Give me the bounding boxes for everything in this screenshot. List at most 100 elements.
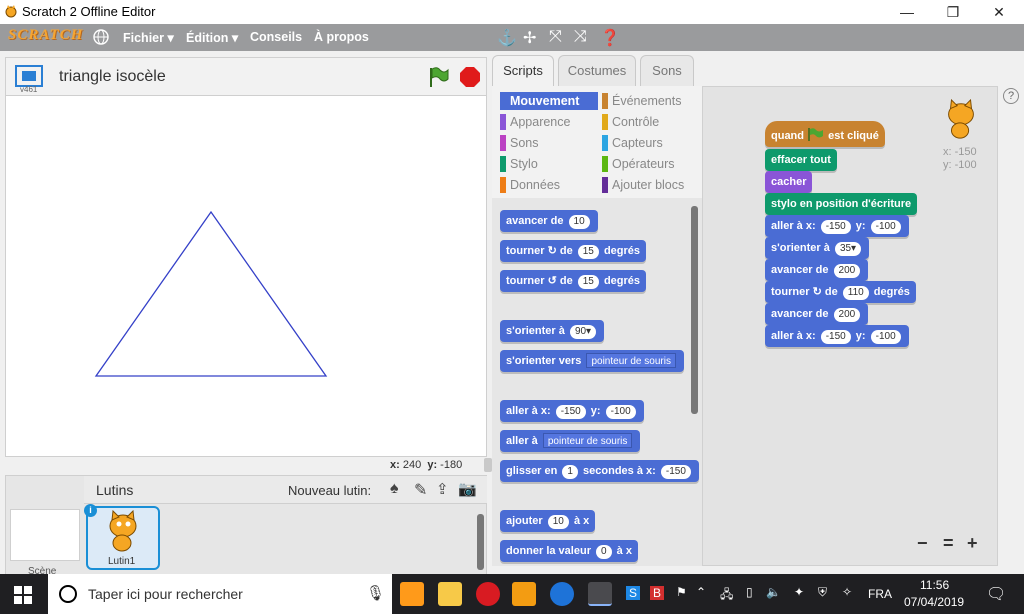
category-3[interactable]: Stylo — [500, 155, 598, 173]
file-explorer-icon[interactable] — [438, 582, 462, 606]
sprite-info-badge[interactable]: i — [84, 504, 97, 517]
category-1[interactable]: Apparence — [500, 113, 598, 131]
sprite-thumbnail[interactable]: Lutin1 i — [84, 504, 160, 570]
category-color-bar — [500, 177, 506, 193]
script-hide[interactable]: cacher — [765, 171, 813, 193]
tray-app-icon[interactable]: ✦ — [794, 585, 804, 599]
category-8[interactable]: Opérateurs — [602, 155, 700, 173]
category-2[interactable]: Sons — [500, 134, 598, 152]
maximize-button[interactable]: ❐ — [930, 0, 976, 24]
category-5[interactable]: Événements — [602, 92, 700, 110]
script-move-1[interactable]: avancer de 200 — [765, 259, 869, 281]
battery-icon[interactable]: ▯ — [746, 585, 753, 599]
mouse-coordinates: x: 240 y: -180 — [390, 459, 462, 471]
globe-icon[interactable] — [93, 29, 109, 45]
clock-date[interactable]: 07/04/2019 — [904, 595, 964, 609]
stage-canvas[interactable] — [5, 95, 487, 457]
category-4[interactable]: Données — [500, 176, 598, 194]
fullscreen-icon[interactable] — [15, 65, 43, 87]
media-player-icon[interactable] — [512, 582, 536, 606]
grow-icon[interactable]: ⤧ — [549, 28, 562, 46]
skype-icon[interactable]: S — [626, 586, 641, 600]
language-indicator[interactable]: FRA — [868, 587, 892, 601]
shrink-icon[interactable]: ⤨ — [574, 28, 587, 46]
tray-flag-icon[interactable]: ⚑ — [676, 585, 687, 599]
block-change-x[interactable]: ajouter 10 à x — [500, 510, 596, 532]
network-icon[interactable]: 🖧 — [720, 585, 733, 606]
script-turn[interactable]: tourner ↻ de 110 degrés — [765, 281, 916, 303]
block-help-icon[interactable]: ❓ — [600, 28, 620, 48]
category-0[interactable]: Mouvement — [500, 92, 598, 110]
category-color-bar — [602, 177, 608, 193]
duplicate-icon[interactable]: ⚓ — [497, 28, 517, 48]
store-icon[interactable] — [400, 582, 424, 606]
stop-icon[interactable] — [459, 66, 481, 88]
script-point-direction[interactable]: s'orienter à 35▾ — [765, 237, 870, 259]
script-pen-down[interactable]: stylo en position d'écriture — [765, 193, 918, 215]
block-move-steps[interactable]: avancer de 10 — [500, 210, 598, 232]
windows-start-icon[interactable] — [14, 586, 32, 604]
category-color-bar — [500, 156, 506, 172]
sprite-library-icon[interactable]: ♠ — [390, 480, 399, 498]
opera-icon[interactable] — [476, 582, 500, 606]
category-9[interactable]: Ajouter blocs — [602, 176, 700, 194]
project-title[interactable]: triangle isocèle — [59, 68, 166, 86]
block-point-towards[interactable]: s'orienter vers pointeur de souris — [500, 350, 684, 372]
block-go-to-xy[interactable]: aller à x: -150 y: -100 — [500, 400, 644, 422]
clock-time[interactable]: 11:56 — [920, 578, 949, 592]
close-button[interactable]: ✕ — [976, 0, 1022, 24]
edge-icon[interactable] — [550, 582, 574, 606]
menu-about[interactable]: À propos — [314, 30, 369, 44]
delete-icon[interactable]: ✢ — [523, 28, 536, 48]
microphone-icon[interactable]: 🎙 — [366, 584, 385, 602]
tray-app2-icon[interactable]: ✧ — [842, 585, 852, 599]
scene-thumbnail[interactable] — [10, 509, 80, 561]
block-glide[interactable]: glisser en 1 secondes à x: -150 — [500, 460, 699, 482]
windows-taskbar: Taper ici pour rechercher 🎙 S B ⚑ ⌃ 🖧 ▯ … — [0, 574, 1024, 614]
camera-icon[interactable]: 📷 — [458, 480, 477, 498]
block-turn-left[interactable]: tourner ↺ de 15 degrés — [500, 270, 647, 292]
notifications-icon[interactable]: 🗨 — [986, 584, 1006, 604]
tray-b-icon[interactable]: B — [650, 586, 665, 600]
sprites-scrollbar[interactable] — [477, 514, 484, 570]
menu-edit[interactable]: Édition ▾ — [186, 30, 238, 45]
taskbar-search[interactable]: Taper ici pour rechercher 🎙 — [48, 574, 392, 614]
zoom-out-button[interactable]: − — [917, 533, 928, 554]
tab-sounds[interactable]: Sons — [640, 55, 694, 86]
script-clear[interactable]: effacer tout — [765, 149, 837, 171]
volume-icon[interactable]: 🔈 — [766, 585, 781, 599]
category-7[interactable]: Capteurs — [602, 134, 700, 152]
scratch-cat-icon — [5, 5, 17, 18]
help-button[interactable]: ? — [1003, 88, 1019, 104]
block-go-to[interactable]: aller à pointeur de souris — [500, 430, 641, 452]
script-go-to-xy-2[interactable]: aller à x: -150 y: -100 — [765, 325, 909, 347]
script-go-to-xy-1[interactable]: aller à x: -150 y: -100 — [765, 215, 909, 237]
paint-brush-icon[interactable]: ✎ — [414, 480, 427, 500]
tray-arrow-icon[interactable]: ⌃ — [696, 585, 706, 599]
scratch-logo[interactable]: SCRATCH — [8, 27, 83, 44]
menu-file[interactable]: Fichier ▾ — [123, 30, 174, 45]
zoom-in-button[interactable]: + — [967, 533, 978, 554]
category-color-bar — [602, 135, 608, 151]
upload-icon[interactable]: ⇪ — [436, 480, 449, 498]
tab-scripts[interactable]: Scripts — [492, 55, 554, 86]
minimize-button[interactable]: — — [884, 0, 930, 24]
palette-scrollbar[interactable] — [691, 206, 698, 414]
scripts-area[interactable]: quand est cliqué effacer tout cacher sty… — [702, 86, 998, 566]
stage-collapse-handle[interactable] — [484, 458, 492, 472]
category-label: Contrôle — [612, 115, 660, 129]
tab-costumes[interactable]: Costumes — [558, 55, 636, 86]
security-icon[interactable]: ⛨ — [818, 585, 827, 600]
menu-tips[interactable]: Conseils — [250, 30, 302, 44]
script-when-flag-clicked[interactable]: quand est cliqué — [765, 121, 885, 147]
cat-sprite-icon — [109, 510, 137, 552]
zoom-reset-button[interactable]: = — [943, 533, 954, 554]
scratch-taskbar-icon[interactable] — [588, 582, 612, 606]
category-label: Données — [510, 178, 561, 192]
block-point-direction[interactable]: s'orienter à 90▾ — [500, 320, 605, 342]
green-flag-icon[interactable] — [428, 66, 450, 88]
block-set-x[interactable]: donner la valeur 0 à x — [500, 540, 638, 562]
block-turn-right[interactable]: tourner ↻ de 15 degrés — [500, 240, 647, 262]
category-6[interactable]: Contrôle — [602, 113, 700, 131]
script-move-2[interactable]: avancer de 200 — [765, 303, 869, 325]
